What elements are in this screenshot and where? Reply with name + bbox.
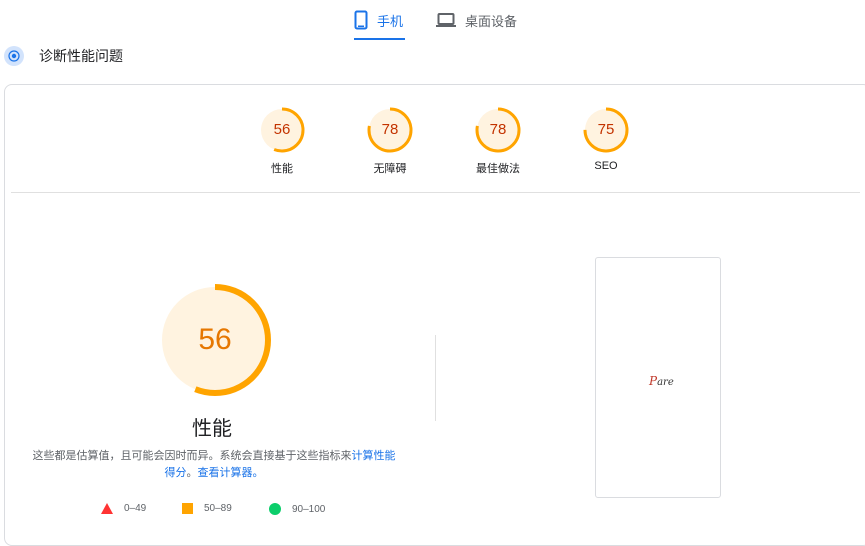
score-value: 78: [381, 121, 399, 138]
legend-fail-label: 0–49: [124, 503, 147, 514]
score-ring: 78: [475, 107, 521, 153]
diagnose-icon: [4, 46, 24, 66]
score-ring: 56: [259, 107, 305, 153]
score-label: 无障碍: [373, 163, 407, 175]
performance-title: 性能: [192, 418, 232, 440]
tab-mobile-label: 手机: [377, 13, 404, 29]
average-square-icon: [182, 503, 193, 514]
divider: [11, 192, 860, 193]
site-logo: Pare: [649, 374, 674, 388]
score-ring: 75: [583, 107, 629, 153]
tab-desktop-label: 桌面设备: [465, 13, 518, 29]
score-value: 75: [597, 121, 615, 138]
legend-pass-label: 90–100: [292, 503, 326, 515]
diagnose-header: 诊断性能问题: [4, 46, 123, 66]
view-calculator-link[interactable]: 查看计算器。: [198, 467, 264, 479]
legend-pass: 90–100: [269, 503, 325, 515]
score-label: SEO: [594, 160, 618, 172]
pass-circle-icon: [269, 503, 281, 515]
description-text: 这些都是估算值，且可能会因时而异。系统会直接基于这些指标来: [32, 450, 352, 462]
diagnose-label: 诊断性能问题: [39, 48, 123, 64]
tab-mobile[interactable]: 手机: [354, 0, 403, 40]
phone-icon: [354, 10, 368, 30]
score-value: 56: [273, 121, 291, 138]
score-value: 78: [489, 121, 507, 138]
legend-fail: 0–49: [101, 503, 146, 514]
active-tab-indicator: [354, 38, 405, 40]
score-ring: 78: [367, 107, 413, 153]
device-tabs: 手机 桌面设备: [0, 0, 865, 42]
score-gauge[interactable]: 78 最佳做法: [458, 107, 538, 176]
performance-description: 这些都是估算值，且可能会因时而异。系统会直接基于这些指标来计算性能得分。查看计算…: [29, 448, 399, 482]
description-separator: 。: [186, 467, 198, 479]
logo-rest: are: [657, 377, 674, 388]
report-card: 56 性能 78 无障碍 78 最佳做法 75 SEO 56 性能 这些都是估算值，且可能会因…: [4, 84, 865, 546]
fail-triangle-icon: [101, 503, 113, 514]
legend-average: 50–89: [182, 503, 232, 514]
vertical-divider: [435, 335, 436, 421]
score-gauge[interactable]: 56 性能: [242, 107, 322, 176]
score-gauge[interactable]: 75 SEO: [566, 107, 646, 172]
laptop-icon: [436, 13, 456, 27]
performance-gauge: 56: [159, 284, 271, 396]
logo-initial: P: [649, 374, 658, 388]
page-screenshot: Pare: [595, 257, 721, 498]
tab-desktop[interactable]: 桌面设备: [436, 0, 517, 40]
performance-score: 56: [198, 323, 232, 356]
legend-average-label: 50–89: [204, 503, 232, 514]
score-label: 性能: [271, 163, 293, 175]
score-label: 最佳做法: [476, 163, 520, 175]
score-gauge[interactable]: 78 无障碍: [350, 107, 430, 176]
